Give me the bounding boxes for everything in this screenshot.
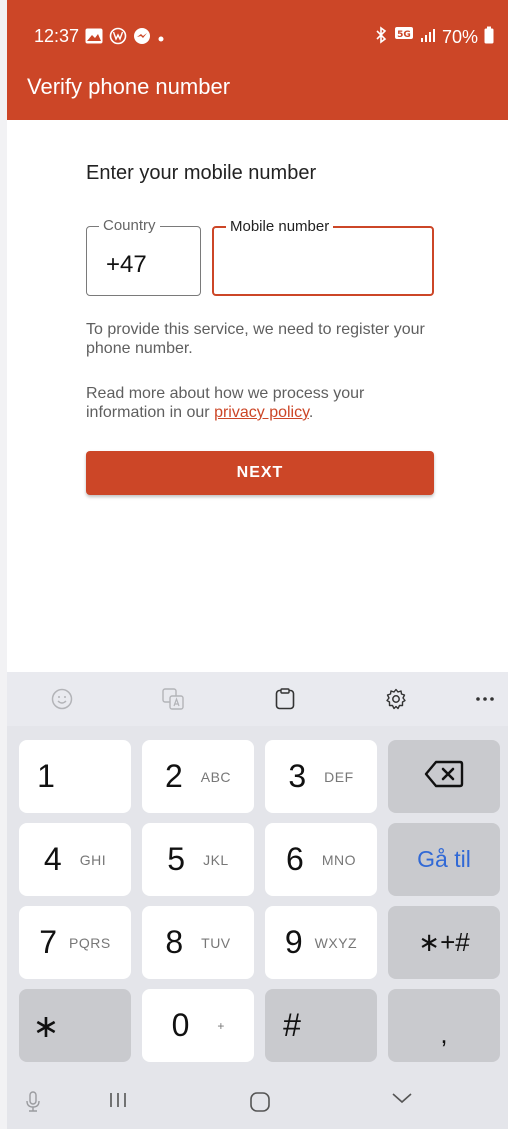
app-bar: Verify phone number — [7, 68, 508, 120]
keyboard-toolbar — [7, 672, 508, 726]
key-letters: DEF — [324, 768, 354, 785]
translate-icon[interactable] — [158, 684, 188, 714]
key-digit: 7 — [39, 924, 58, 960]
key-7[interactable]: 7 PQRS — [19, 906, 131, 979]
symbols-key-label: ∗+# — [418, 927, 470, 957]
country-code-value: +47 — [106, 251, 147, 278]
status-icons-left — [85, 27, 165, 50]
bluetooth-icon — [374, 26, 388, 49]
key-letters: TUV — [201, 934, 231, 951]
svg-text:5G: 5G — [397, 30, 411, 40]
key-letters: GHI — [79, 851, 107, 868]
key-digit: 6 — [286, 841, 304, 877]
key-2[interactable]: 2 ABC — [142, 740, 254, 813]
key-letters: MNO — [321, 851, 356, 868]
key-letters: JKL — [203, 851, 229, 868]
key-1[interactable]: 1 — [19, 740, 131, 813]
key-6[interactable]: 6 MNO — [265, 823, 377, 896]
key-letters: WXYZ — [314, 934, 358, 951]
go-key[interactable]: Gå til — [388, 823, 500, 896]
form-heading: Enter your mobile number — [86, 162, 317, 184]
key-letters: ABC — [200, 768, 232, 785]
mobile-number-input[interactable] — [228, 248, 422, 280]
dot-icon — [157, 30, 165, 48]
navigation-bar — [7, 1071, 508, 1129]
gallery-icon — [85, 28, 103, 49]
emoji-icon[interactable] — [47, 684, 77, 714]
microphone-icon[interactable] — [25, 1091, 41, 1113]
registration-info-text: To provide this service, we need to regi… — [86, 321, 425, 357]
symbols-key[interactable]: ∗+# — [388, 906, 500, 979]
key-9[interactable]: 9 WXYZ — [265, 906, 377, 979]
recent-apps-icon[interactable] — [108, 1091, 128, 1109]
mobile-number-label: Mobile number — [226, 218, 334, 235]
key-digit: 3 — [288, 758, 307, 794]
key-digit: 9 — [284, 924, 303, 960]
status-icons-right: 5G 70% — [374, 26, 494, 49]
mobile-number-field[interactable]: Mobile number — [212, 218, 434, 296]
numeric-keyboard: 1 2 ABC 3 DEF 4 GHI 5 JKL 6 MNO Gå til 7… — [7, 726, 508, 1071]
settings-icon[interactable] — [381, 684, 411, 714]
key-digit: 1 — [37, 758, 55, 794]
go-key-label: Gå til — [417, 846, 471, 872]
more-icon[interactable] — [470, 684, 500, 714]
key-digit: 2 — [164, 758, 183, 794]
key-digit: 4 — [43, 841, 62, 877]
key-digit: # — [283, 1007, 301, 1043]
country-code-field[interactable]: Country +47 — [86, 217, 201, 296]
comma-key[interactable]: , — [388, 989, 500, 1062]
key-5[interactable]: 5 JKL — [142, 823, 254, 896]
backspace-icon — [424, 760, 464, 793]
page-title: Verify phone number — [27, 74, 231, 99]
privacy-policy-link[interactable]: privacy policy — [214, 404, 309, 421]
battery-icon — [484, 26, 494, 49]
key-digit: 5 — [167, 841, 186, 877]
5g-icon: 5G — [394, 26, 414, 49]
phone-screen: 12:37 5G 70% Verify phone number Enter y… — [7, 0, 508, 1129]
messenger-icon — [133, 27, 151, 50]
clipboard-icon[interactable] — [270, 684, 300, 714]
status-time: 12:37 — [34, 26, 80, 46]
key-3[interactable]: 3 DEF — [265, 740, 377, 813]
key-asterisk[interactable]: ∗ — [19, 989, 131, 1062]
key-letters: PQRS — [69, 934, 111, 951]
key-letters: + — [217, 1018, 225, 1033]
key-digit: 8 — [165, 924, 184, 960]
signal-icon — [420, 27, 436, 48]
next-button[interactable]: NEXT — [86, 451, 434, 495]
key-hash[interactable]: # — [265, 989, 377, 1062]
vw-icon — [109, 27, 127, 50]
comma-key-label: , — [440, 1019, 448, 1049]
country-label: Country — [99, 217, 160, 234]
key-digit: 0 — [171, 1007, 190, 1043]
hide-keyboard-icon[interactable] — [391, 1091, 413, 1105]
battery-percent: 70% — [441, 27, 478, 47]
status-bar: 12:37 5G 70% — [7, 0, 508, 68]
backspace-key[interactable] — [388, 740, 500, 813]
privacy-info-suffix: . — [308, 404, 314, 421]
key-8[interactable]: 8 TUV — [142, 906, 254, 979]
key-digit: ∗ — [32, 1007, 60, 1044]
key-4[interactable]: 4 GHI — [19, 823, 131, 896]
privacy-info-text: Read more about how we process your info… — [86, 384, 431, 422]
home-icon[interactable] — [249, 1091, 271, 1113]
key-0[interactable]: 0 + — [142, 989, 254, 1062]
